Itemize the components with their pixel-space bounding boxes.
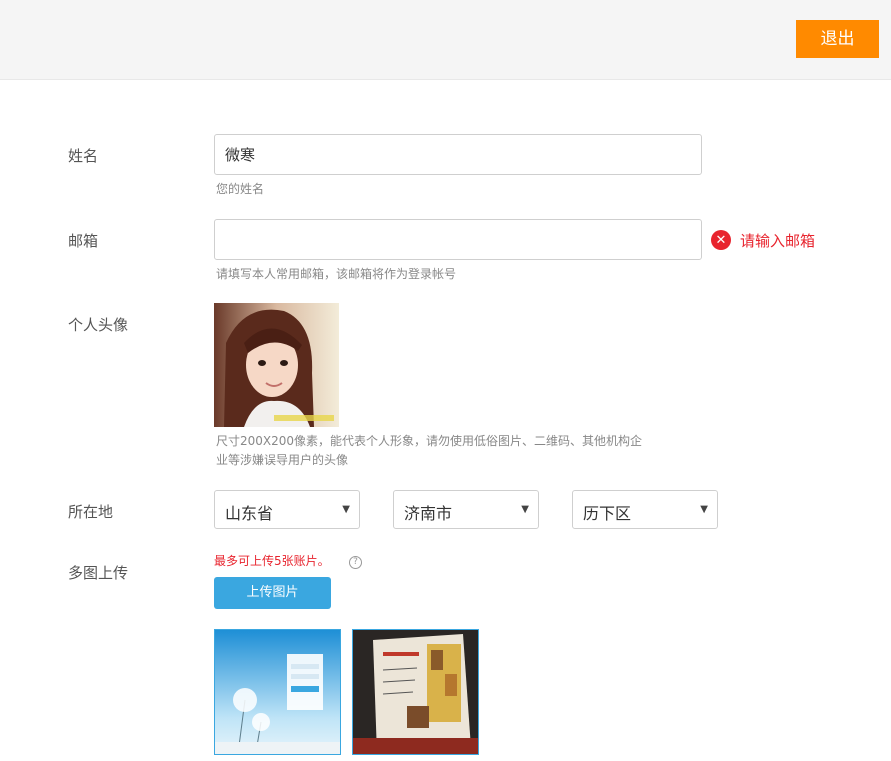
avatar-label: 个人头像 [68, 316, 129, 334]
name-hint: 您的姓名 [216, 182, 265, 196]
avatar-image[interactable] [214, 303, 339, 427]
email-label: 邮箱 [68, 232, 99, 250]
top-bar: 退出 [0, 0, 891, 80]
name-label: 姓名 [68, 147, 99, 165]
question-circle-icon[interactable]: ? [349, 556, 362, 569]
district-value: 历下区 [583, 504, 632, 523]
upload-image-button[interactable]: 上传图片 [214, 577, 331, 609]
caret-down-icon: ▼ [700, 504, 708, 515]
avatar-hint-line1: 尺寸200X200像素，能代表个人形象，请勿使用低俗图片、二维码、其他机构企 [216, 434, 643, 448]
email-error: ✕ 请输入邮箱 [711, 229, 815, 251]
uploaded-thumbnail-2[interactable] [352, 629, 479, 755]
logout-button[interactable]: 退出 [796, 20, 879, 58]
province-select[interactable]: 山东省 ▼ [214, 490, 360, 529]
location-label: 所在地 [68, 503, 114, 521]
city-value: 济南市 [404, 504, 453, 523]
email-hint: 请填写本人常用邮箱，该邮箱将作为登录帐号 [216, 267, 457, 281]
uploaded-thumbnail-1[interactable] [214, 629, 341, 755]
email-error-text: 请输入邮箱 [740, 231, 816, 250]
close-circle-icon: ✕ [711, 230, 731, 250]
email-input[interactable] [214, 219, 702, 260]
city-select[interactable]: 济南市 ▼ [393, 490, 539, 529]
upload-note: 最多可上传5张账片。 [214, 554, 330, 568]
name-input[interactable] [214, 134, 702, 175]
upload-label: 多图上传 [68, 564, 129, 582]
avatar-hint-line2: 业等涉嫌误导用户的头像 [216, 453, 349, 467]
caret-down-icon: ▼ [342, 504, 350, 515]
district-select[interactable]: 历下区 ▼ [572, 490, 718, 529]
province-value: 山东省 [225, 504, 274, 523]
caret-down-icon: ▼ [521, 504, 529, 515]
